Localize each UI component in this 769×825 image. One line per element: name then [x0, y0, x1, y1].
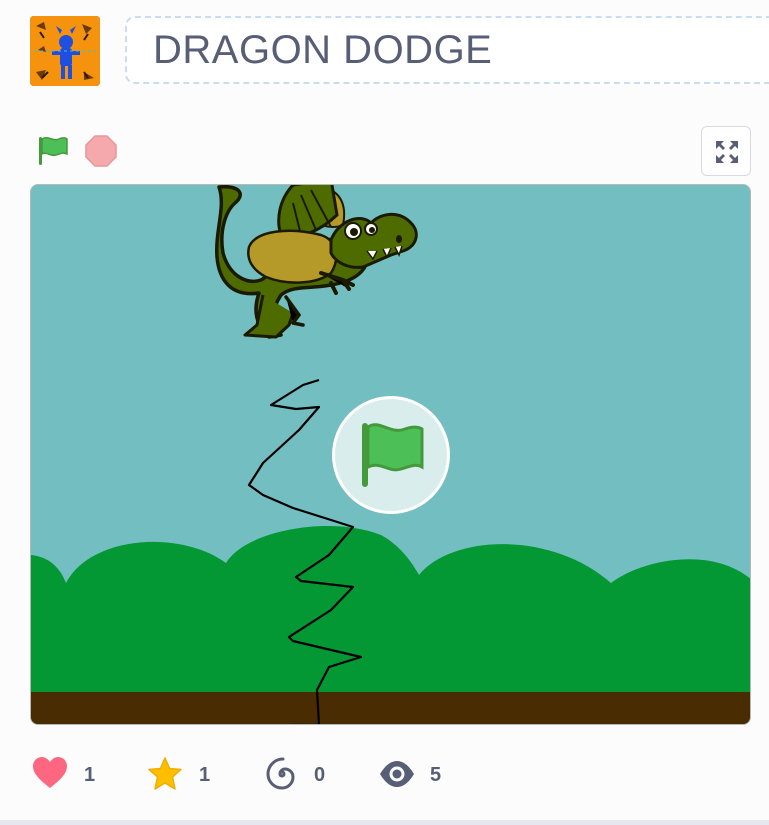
project-stats: 1 1 0 5 [0, 752, 769, 802]
remix-stat[interactable]: 0 [264, 752, 334, 798]
remix-icon [266, 757, 295, 790]
stop-icon [85, 135, 117, 167]
favorite-stat[interactable]: 1 [147, 752, 217, 798]
project-title-field[interactable]: DRAGON DODGE [125, 16, 769, 84]
love-count: 1 [84, 764, 96, 786]
green-flag-icon [39, 136, 68, 165]
stage-play-button[interactable] [332, 396, 450, 514]
love-stat[interactable]: 1 [32, 752, 96, 798]
fullscreen-icon [716, 141, 738, 163]
eye-icon [380, 761, 414, 787]
divider [0, 820, 769, 825]
ground [31, 692, 750, 724]
fullscreen-button[interactable] [701, 126, 751, 176]
project-title: DRAGON DODGE [153, 28, 493, 72]
project-stage[interactable] [30, 184, 751, 725]
thumbnail-image [30, 16, 100, 86]
project-thumbnail[interactable] [30, 16, 100, 86]
heart-icon [33, 757, 67, 788]
views-count: 5 [430, 764, 442, 786]
remix-count: 0 [314, 764, 326, 786]
green-flag-icon [362, 423, 424, 487]
stop-button[interactable] [84, 134, 118, 168]
views-stat: 5 [378, 752, 448, 798]
favorite-count: 1 [199, 764, 211, 786]
green-flag-button[interactable] [35, 134, 71, 168]
star-icon [148, 757, 182, 790]
